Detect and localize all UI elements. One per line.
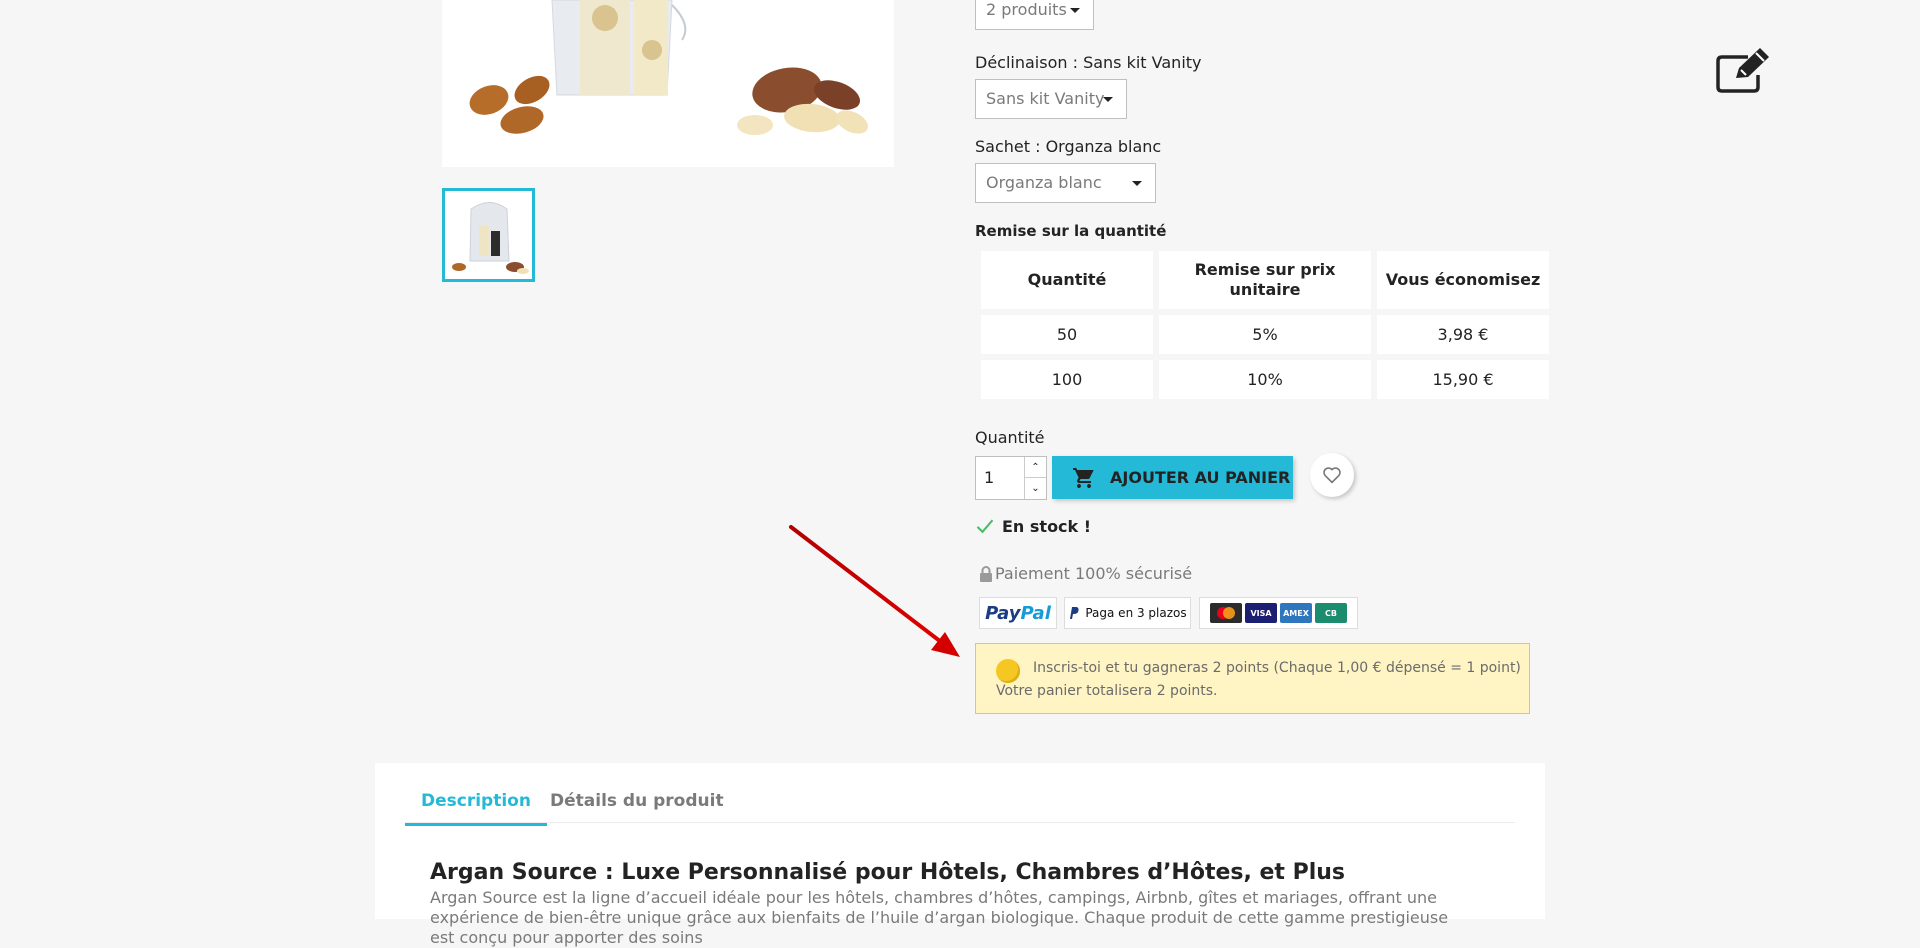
declinaison-label: Déclinaison : Sans kit Vanity — [975, 53, 1202, 72]
chevron-down-icon — [1103, 97, 1113, 102]
paypal-logo: Pay Pal — [979, 597, 1057, 629]
stock-status: En stock ! — [975, 516, 1091, 536]
paypal-logo-part1: Pay — [985, 602, 1021, 624]
declinaison-select-value: Sans kit Vanity — [986, 89, 1105, 108]
product-main-image[interactable] — [442, 0, 894, 167]
table-row: 100 10% 15,90 € — [981, 360, 1549, 399]
secure-payment: Paiement 100% sécurisé — [979, 564, 1192, 583]
add-to-cart-button[interactable]: Ajouter au panier — [1052, 456, 1293, 499]
amex-icon: AMEX — [1280, 603, 1312, 623]
paypal-icon — [1070, 607, 1079, 619]
header-quantity: Quantité — [981, 251, 1153, 309]
add-to-cart-label: Ajouter au panier — [1110, 468, 1291, 487]
chevron-up-icon[interactable]: ⌃ — [1024, 457, 1046, 478]
coin-icon — [996, 659, 1020, 683]
discount-heading: Remise sur la quantité — [975, 222, 1167, 240]
quantity-discount-table: Quantité Remise sur prix unitaire Vous é… — [975, 245, 1555, 405]
chevron-down-icon — [1070, 8, 1080, 13]
loyalty-notice: Inscris-toi et tu gagneras 2 points (Cha… — [975, 643, 1530, 714]
tab-product-details[interactable]: Détails du produit — [550, 791, 724, 811]
tab-description[interactable]: Description — [405, 791, 547, 826]
paga-3-plazos-logo: Paga en 3 plazos — [1064, 597, 1191, 629]
table-cell: 100 — [981, 360, 1153, 399]
table-cell: 5% — [1159, 315, 1371, 354]
paga-text: Paga en 3 plazos — [1085, 606, 1187, 620]
mastercard-icon — [1210, 603, 1242, 623]
product-tabs: Description Détails du produit — [405, 777, 1515, 826]
check-icon — [976, 519, 994, 534]
quantity-label: Quantité — [975, 428, 1045, 447]
heart-icon — [1323, 467, 1341, 484]
quantity-input[interactable]: 1 — [984, 468, 994, 487]
table-row: 50 5% 3,98 € — [981, 315, 1549, 354]
table-cell: 50 — [981, 315, 1153, 354]
quantity-stepper[interactable]: 1 ⌃ ⌄ — [975, 456, 1047, 500]
wishlist-button[interactable] — [1310, 453, 1354, 497]
chevron-down-icon — [1132, 181, 1142, 186]
annotation-arrow-icon — [789, 525, 960, 657]
edit-icon[interactable] — [1715, 48, 1773, 94]
cart-icon — [1073, 467, 1094, 488]
sachet-select-value: Organza blanc — [986, 173, 1102, 192]
stock-text: En stock ! — [1002, 516, 1092, 536]
card-logos: VISA AMEX CB — [1199, 597, 1358, 629]
table-cell: 3,98 € — [1377, 315, 1549, 354]
table-header-row: Quantité Remise sur prix unitaire Vous é… — [981, 251, 1549, 309]
cb-icon: CB — [1315, 603, 1347, 623]
visa-icon: VISA — [1245, 603, 1277, 623]
pack-select-value: 2 produits — [986, 0, 1067, 19]
paypal-logo-part2: Pal — [1020, 602, 1051, 624]
table-cell: 10% — [1159, 360, 1371, 399]
pack-select[interactable]: 2 produits — [975, 0, 1094, 30]
chevron-down-icon[interactable]: ⌄ — [1024, 478, 1046, 499]
description-text: Argan Source est la ligne d’accueil idéa… — [430, 888, 1449, 947]
header-savings: Vous économisez — [1377, 251, 1549, 309]
header-unit-discount: Remise sur prix unitaire — [1159, 251, 1371, 309]
product-thumbnail[interactable] — [442, 188, 535, 282]
declinaison-select[interactable]: Sans kit Vanity — [975, 79, 1127, 119]
sachet-select[interactable]: Organza blanc — [975, 163, 1156, 203]
table-cell: 15,90 € — [1377, 360, 1549, 399]
loyalty-line-2: Votre panier totalisera 2 points. — [996, 683, 1218, 699]
loyalty-line-1: Inscris-toi et tu gagneras 2 points (Cha… — [1033, 660, 1521, 676]
lock-icon — [980, 565, 992, 582]
description-title: Argan Source : Luxe Personnalisé pour Hô… — [430, 860, 1346, 885]
secure-payment-text: Paiement 100% sécurisé — [995, 564, 1193, 583]
sachet-label: Sachet : Organza blanc — [975, 137, 1162, 156]
